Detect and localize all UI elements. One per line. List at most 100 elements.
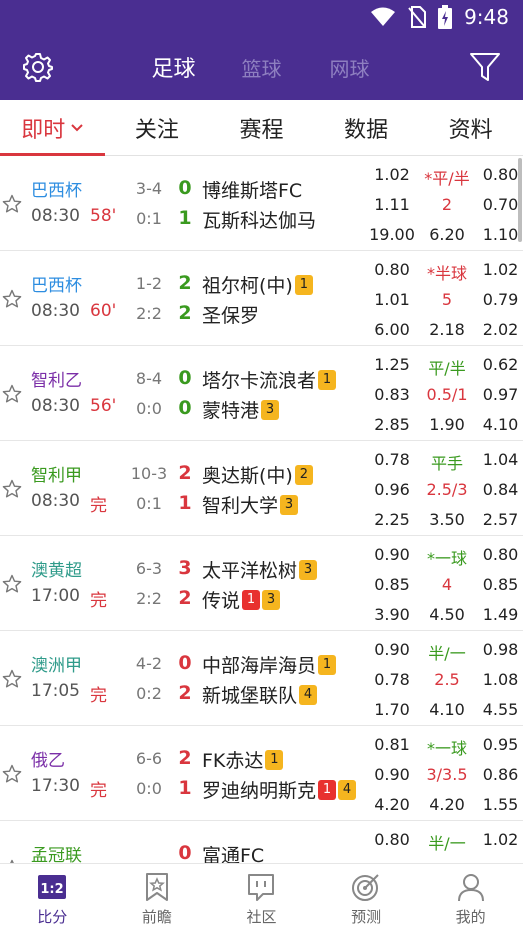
league-name[interactable]: 巴西杯 — [31, 271, 82, 296]
star-icon[interactable] — [2, 574, 22, 594]
away-team[interactable]: 智利大学 3 — [202, 491, 299, 518]
league-name[interactable]: 智利乙 — [31, 366, 82, 391]
odds-value: 0.5/1 — [426, 385, 468, 404]
match-row[interactable]: 智利乙 08:30 56' 8-4 0:0 0 0 塔尔卡流浪者 1 蒙特港 3 1.25 平/半 0.6… — [0, 346, 523, 441]
bottomnav-preview-label: 前瞻 — [141, 908, 172, 926]
bottomnav-predict[interactable]: 预测 — [314, 864, 419, 931]
odds-value: 0.98 — [482, 640, 519, 659]
bottomnav-preview[interactable]: 前瞻 — [105, 864, 210, 931]
away-team[interactable]: 圣保罗 — [202, 301, 259, 328]
home-score: 0 — [178, 842, 192, 863]
home-team[interactable]: 富通FC — [202, 841, 264, 863]
match-minute: 58' — [90, 206, 117, 226]
battery-charging-icon — [438, 5, 453, 29]
chevron-down-icon — [71, 124, 84, 132]
match-row[interactable]: 澳洲甲 17:05 完 4-2 0:2 0 2 中部海岸海员 1 新城堡联队 4 0.90 半/一 0.9… — [0, 631, 523, 726]
subnav-live[interactable]: 即时 — [0, 100, 105, 156]
home-team[interactable]: FK赤达 1 — [202, 746, 284, 773]
scrollbar[interactable] — [518, 158, 522, 242]
bottomnav-profile[interactable]: 我的 — [418, 864, 523, 931]
odds-value: 1.04 — [482, 450, 519, 469]
away-team[interactable]: 瓦斯科达伽马 — [202, 206, 316, 233]
away-score: 0 — [178, 397, 192, 419]
sport-tabs: 足球 篮球 网球 — [0, 34, 523, 100]
match-row[interactable]: 澳黄超 17:00 完 6-3 2:2 3 2 太平洋松树 3 传说 1 3 0.90 *一球 0.80 0.… — [0, 536, 523, 631]
svg-text:1:2: 1:2 — [41, 882, 64, 897]
odds-value: 平手 — [430, 454, 463, 473]
league-name[interactable]: 智利甲 — [31, 461, 82, 486]
odds-value: 1.25 — [374, 355, 410, 374]
odds-value: 1.01 — [374, 290, 410, 309]
home-team[interactable]: 塔尔卡流浪者 1 — [202, 366, 337, 393]
subnav-data[interactable]: 数据 — [314, 100, 419, 156]
odds-value: 4.50 — [429, 605, 465, 624]
odds-value: 6.20 — [429, 225, 465, 244]
league-name[interactable]: 俄乙 — [31, 746, 65, 771]
home-team[interactable]: 博维斯塔FC — [202, 176, 302, 203]
match-row[interactable]: 智利甲 08:30 完 10-3 0:1 2 1 奥达斯(中) 2 智利大学 3 0.78 平手 1.04… — [0, 441, 523, 536]
bottomnav-predict-label: 预测 — [351, 908, 382, 926]
corner-count: 8-4 — [135, 369, 163, 388]
match-time: 08:30 — [31, 206, 80, 226]
star-icon[interactable] — [2, 669, 22, 689]
star-icon[interactable] — [2, 764, 22, 784]
away-team[interactable]: 罗迪纳明斯克 1 4 — [202, 776, 357, 803]
subnav-schedule[interactable]: 赛程 — [209, 100, 314, 156]
league-name[interactable]: 澳黄超 — [31, 556, 82, 581]
away-score: 2 — [178, 302, 192, 324]
league-name[interactable]: 孟冠联 — [31, 841, 82, 863]
subnav-info[interactable]: 资料 — [418, 100, 523, 156]
odds-value: 0.78 — [374, 670, 410, 689]
match-minute: 完 — [90, 781, 107, 801]
league-name[interactable]: 巴西杯 — [31, 176, 82, 201]
star-icon[interactable] — [2, 384, 22, 404]
home-team-name: 奥达斯(中) — [202, 465, 293, 487]
halftime-score: 0:2 — [136, 684, 162, 703]
away-team[interactable]: 新城堡联队 4 — [202, 681, 318, 708]
match-row[interactable]: 孟冠联 0 富通FC 0.80 半/一 1.02 — [0, 821, 523, 863]
bottomnav-score[interactable]: 1:2 比分 — [0, 864, 105, 931]
star-icon[interactable] — [2, 289, 22, 309]
yellow-card-badge: 4 — [338, 779, 357, 800]
odds-value: 2 — [441, 195, 453, 214]
away-team[interactable]: 传说 1 3 — [202, 586, 281, 613]
away-team[interactable]: 蒙特港 3 — [202, 396, 280, 423]
star-icon[interactable] — [2, 194, 22, 214]
home-team-name: 塔尔卡流浪者 — [202, 370, 317, 392]
subnav-follow[interactable]: 关注 — [105, 100, 210, 156]
filter-icon[interactable] — [469, 51, 501, 83]
scoreboard-icon: 1:2 — [38, 875, 67, 899]
yellow-card-badge: 3 — [261, 399, 280, 420]
tab-basketball[interactable]: 篮球 — [218, 53, 306, 82]
home-team[interactable]: 太平洋松树 3 — [202, 556, 318, 583]
match-list[interactable]: 巴西杯 08:30 58' 3-4 0:1 0 1 博维斯塔FC 瓦斯科达伽马 1.02 *平/半 0… — [0, 156, 523, 863]
match-row[interactable]: 巴西杯 08:30 58' 3-4 0:1 0 1 博维斯塔FC 瓦斯科达伽马 1.02 *平/半 0… — [0, 156, 523, 251]
match-minute: 完 — [90, 686, 107, 706]
odds-value: 4 — [441, 575, 453, 594]
tab-football[interactable]: 足球 — [130, 51, 218, 83]
home-team[interactable]: 祖尔柯(中) 1 — [202, 271, 313, 298]
odds-value: 3.90 — [374, 605, 410, 624]
odds-value: 1.08 — [482, 670, 519, 689]
away-score: 1 — [178, 207, 192, 229]
odds-value: 2.25 — [374, 510, 410, 529]
match-row[interactable]: 巴西杯 08:30 60' 1-2 2:2 2 2 祖尔柯(中) 1 圣保罗 0.80 *半球 1.02… — [0, 251, 523, 346]
odds-value: 0.80 — [374, 830, 410, 849]
red-card-badge: 1 — [242, 589, 261, 610]
away-team-name: 罗迪纳明斯克 — [202, 780, 317, 802]
target-icon — [352, 874, 379, 901]
odds-value: 0.86 — [482, 765, 519, 784]
yellow-card-badge: 1 — [318, 654, 337, 675]
sub-nav: 即时 关注 赛程 数据 资料 — [0, 100, 523, 156]
odds-value: 2.02 — [482, 320, 519, 339]
odds-value: 0.90 — [374, 765, 410, 784]
home-team[interactable]: 中部海岸海员 1 — [202, 651, 337, 678]
corner-count: 1-2 — [135, 274, 163, 293]
home-team[interactable]: 奥达斯(中) 2 — [202, 461, 313, 488]
star-icon[interactable] — [2, 479, 22, 499]
bottomnav-community[interactable]: 社区 — [209, 864, 314, 931]
league-name[interactable]: 澳洲甲 — [31, 651, 82, 676]
tab-tennis[interactable]: 网球 — [306, 53, 394, 82]
odds-value: 半/一 — [428, 644, 466, 663]
match-row[interactable]: 俄乙 17:30 完 6-6 0:0 2 1 FK赤达 1 罗迪纳明斯克 1 4 0.81 *一球 0.95… — [0, 726, 523, 821]
